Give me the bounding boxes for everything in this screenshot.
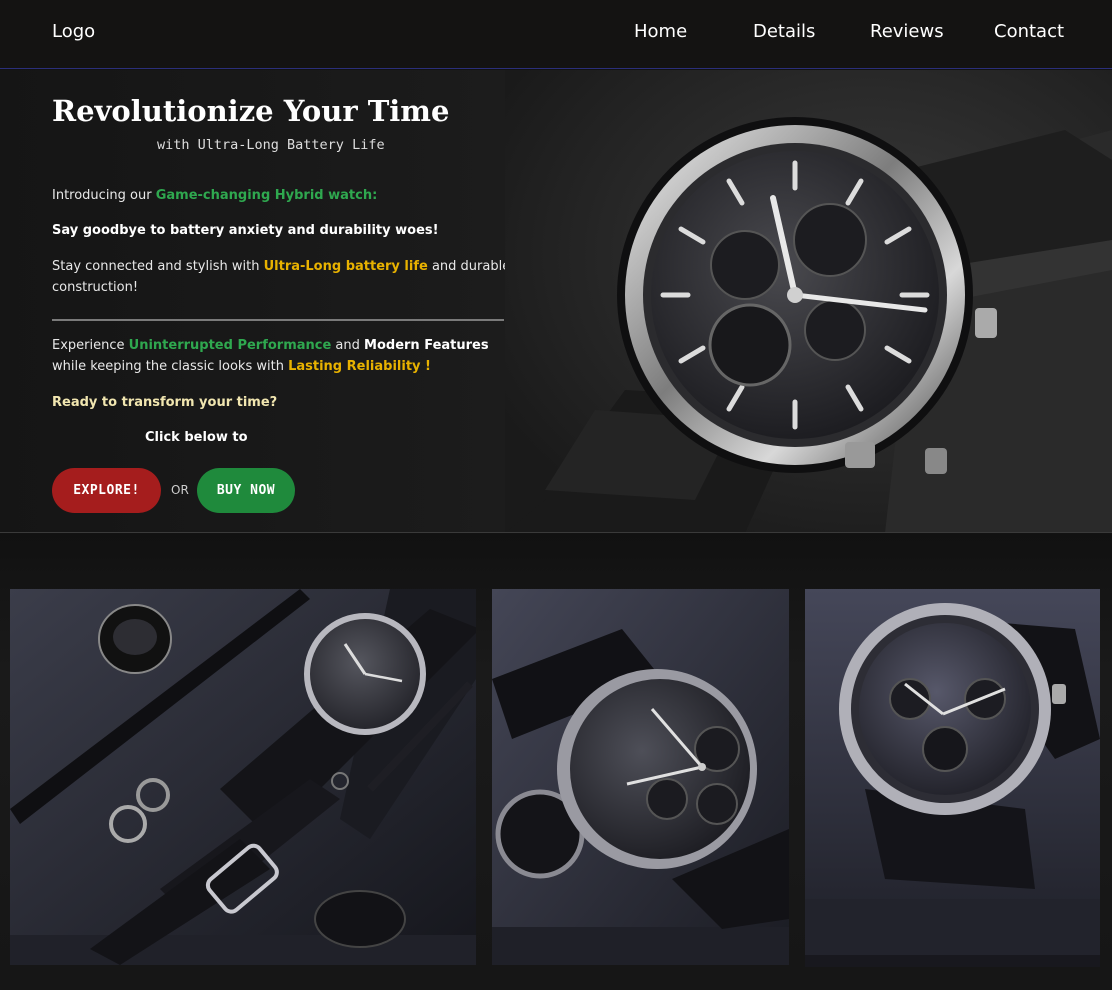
logo[interactable]: Logo [52,21,95,42]
explore-button[interactable]: EXPLORE! [52,468,161,513]
buy-now-button[interactable]: BUY NOW [197,468,295,513]
experience-text: Experience [52,338,129,353]
gallery-image-3[interactable] [805,589,1100,967]
transform-question: Ready to transform your time? [52,395,278,410]
battery-highlight: Ultra-Long battery life [263,259,428,274]
top-nav: Logo Home Details Reviews Contact [0,0,1112,69]
goodbye-paragraph: Say goodbye to battery anxiety and durab… [52,223,439,238]
or-label: OR [171,483,189,497]
stylish-text: Stay connected and stylish with [52,259,264,274]
hero-section: Revolutionize Your Time with Ultra-Long … [0,70,1112,533]
features-highlight: Modern Features [364,338,489,353]
intro-highlight: Game-changing Hybrid watch: [155,188,378,203]
hero-title: Revolutionize Your Time [52,94,450,128]
performance-highlight: Uninterrupted Performance [128,338,332,353]
intro-text: Introducing our [52,188,156,203]
experience-mid: while keeping the classic looks with [52,359,289,374]
experience-and: and [331,338,365,353]
click-below-text: Click below to [145,430,248,445]
nav-reviews[interactable]: Reviews [870,21,944,42]
reliability-highlight: Lasting Reliability ! [288,359,431,374]
nav-home[interactable]: Home [634,21,687,42]
hero-divider [52,319,504,321]
gallery-image-1[interactable] [10,589,476,965]
stylish-paragraph: Stay connected and stylish with Ultra-Lo… [52,256,522,298]
experience-paragraph: Experience Uninterrupted Performance and… [52,335,522,377]
hero-subtitle: with Ultra-Long Battery Life [157,137,385,153]
intro-paragraph: Introducing our Game-changing Hybrid wat… [52,185,522,206]
nav-contact[interactable]: Contact [994,21,1064,42]
gallery-image-2[interactable] [492,589,789,965]
nav-details[interactable]: Details [753,21,815,42]
hero-watch-image [505,70,1112,532]
